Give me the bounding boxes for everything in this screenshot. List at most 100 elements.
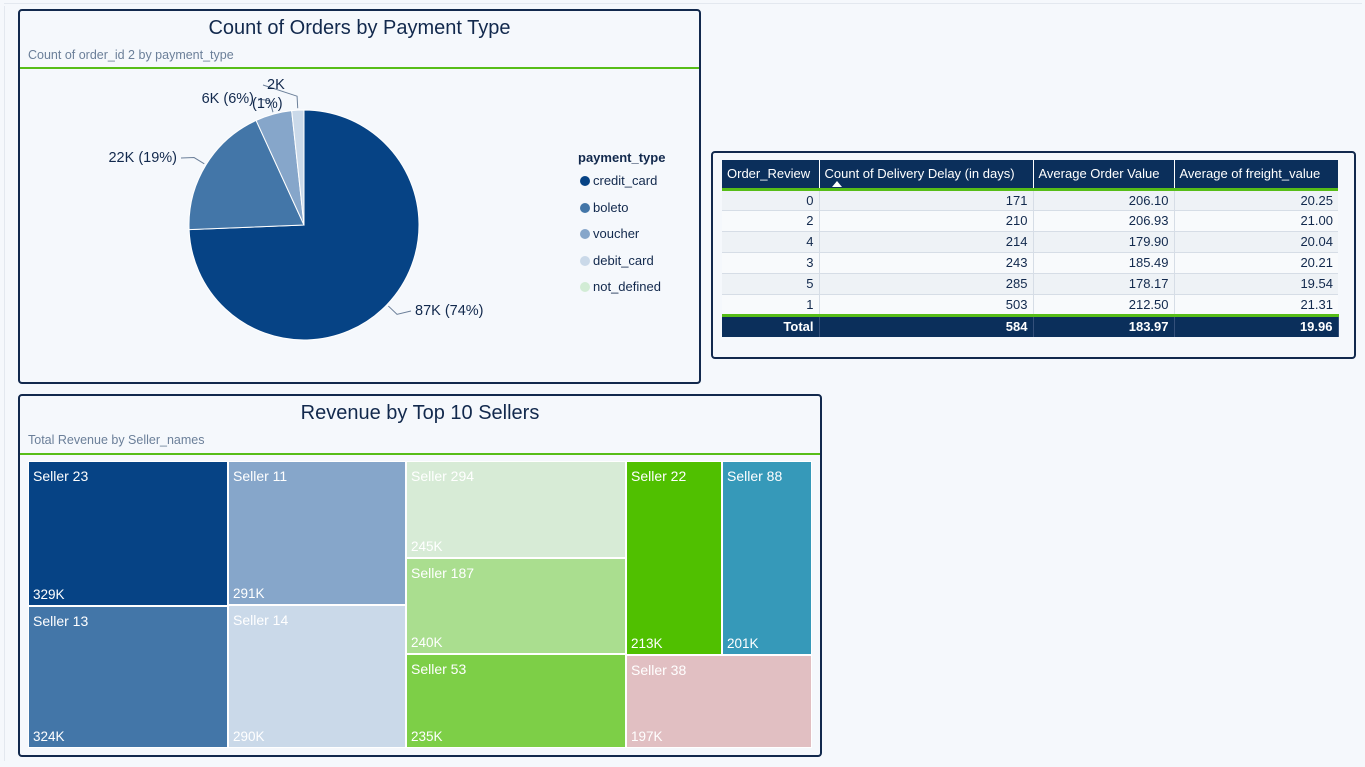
legend-label: boleto <box>593 199 629 215</box>
order-review-table-card[interactable]: Order_Review Count of Delivery Delay (in … <box>711 151 1356 359</box>
order-review-table: Order_Review Count of Delivery Delay (in … <box>722 160 1339 337</box>
legend-item-boleto[interactable]: boleto <box>580 200 628 215</box>
treemap-tile-name: Seller 11 <box>233 468 288 484</box>
table-cell: 206.10 <box>1033 189 1175 211</box>
table-cell: 285 <box>819 273 1034 295</box>
treemap-tile-value: 245K <box>411 539 443 554</box>
treemap-tile-seller-22[interactable]: Seller 22 213K <box>626 461 722 655</box>
report-page: Count of Orders by Payment Type Count of… <box>0 0 1365 767</box>
legend-item-voucher[interactable]: voucher <box>580 226 639 241</box>
treemap-title-rule <box>20 453 820 455</box>
table-cell: 171 <box>819 189 1034 211</box>
treemap-tile-seller-187[interactable]: Seller 187 240K <box>406 558 626 654</box>
treemap-tile-value: 290K <box>233 729 265 744</box>
legend-marker-icon <box>580 282 590 292</box>
top-sellers-treemap-card[interactable]: Revenue by Top 10 Sellers Total Revenue … <box>18 394 822 757</box>
payment-type-pie-card[interactable]: Count of Orders by Payment Type Count of… <box>18 9 701 384</box>
table-cell: 212.50 <box>1033 294 1175 316</box>
treemap-tile-name: Seller 14 <box>233 612 289 628</box>
treemap-tile-name: Seller 38 <box>631 662 687 678</box>
legend-marker-icon <box>580 229 590 239</box>
sort-ascending-icon[interactable] <box>832 181 842 187</box>
treemap-tile-value: 197K <box>631 729 663 744</box>
table-cell: 20.25 <box>1174 189 1338 211</box>
pie-leader-line-credit_card <box>388 305 412 315</box>
legend-label: not_defined <box>593 279 661 294</box>
treemap-tile-name: Seller 53 <box>411 661 467 677</box>
table-row[interactable]: 4 214 179.90 20.04 <box>722 231 1338 253</box>
table-cell: 206.93 <box>1033 210 1175 232</box>
legend-item-debit_card[interactable]: debit_card <box>580 253 654 268</box>
table-row[interactable]: 5 285 178.17 19.54 <box>722 273 1338 295</box>
legend-marker-icon <box>580 202 590 213</box>
table-row[interactable]: 3 243 185.49 20.21 <box>722 252 1338 274</box>
total-cell: 584 <box>819 313 1034 337</box>
table-cell: 179.90 <box>1033 231 1175 253</box>
treemap-tile-seller-88[interactable]: Seller 88 201K <box>722 461 812 655</box>
page-left-rule <box>4 6 5 761</box>
treemap-tile-seller-53[interactable]: Seller 53 235K <box>406 654 626 748</box>
table-row[interactable]: 2 210 206.93 21.00 <box>722 210 1338 232</box>
pie-leader-line-boleto <box>180 157 205 165</box>
table-cell: 20.21 <box>1174 252 1338 274</box>
table-cell: 214 <box>819 231 1034 253</box>
treemap-title: Revenue by Top 10 Sellers <box>300 402 540 424</box>
pie-data-label-boleto: 22K (19%) <box>108 150 177 166</box>
treemap-tile-value: 240K <box>411 635 443 650</box>
treemap-tile-seller-294[interactable]: Seller 294 245K <box>406 461 626 558</box>
table-cell: 2 <box>722 210 820 232</box>
column-header[interactable]: Average Order Value <box>1033 160 1175 191</box>
column-header[interactable]: Order_Review <box>722 160 820 191</box>
table-row[interactable]: 0 171 206.10 20.25 <box>722 189 1338 211</box>
treemap-tile-seller-23[interactable]: Seller 23 329K <box>28 461 228 606</box>
treemap-tile-seller-11[interactable]: Seller 11 291K <box>228 461 406 605</box>
legend-item-not_defined[interactable]: not_defined <box>580 279 661 294</box>
column-header[interactable]: Average of freight_value <box>1174 160 1338 191</box>
table-cell: 503 <box>819 294 1034 316</box>
table-cell: 1 <box>722 294 820 316</box>
legend-item-credit_card[interactable]: credit_card <box>580 173 657 188</box>
table-cell: 20.04 <box>1174 231 1338 253</box>
pie-data-label-debit_card: 2K (1%) <box>252 77 285 112</box>
legend-marker-icon <box>580 255 590 266</box>
table-cell: 185.49 <box>1033 252 1175 274</box>
table-cell: 5 <box>722 273 820 295</box>
table-total-row: Total 584 183.97 19.96 <box>722 313 1339 337</box>
treemap-tile-seller-13[interactable]: Seller 13 324K <box>28 606 228 748</box>
table-row[interactable]: 1 503 212.50 21.31 <box>722 294 1338 316</box>
pie-data-label-voucher: 6K (6%) <box>202 91 254 107</box>
table-header-row: Order_Review Count of Delivery Delay (in … <box>722 160 1338 191</box>
table-cell: 178.17 <box>1033 273 1175 295</box>
total-cell: 19.96 <box>1174 313 1339 337</box>
column-header[interactable]: Count of Delivery Delay (in days) <box>819 160 1034 191</box>
legend-label: voucher <box>593 226 640 241</box>
treemap-tile-name: Seller 22 <box>631 468 687 484</box>
treemap-tile-name: Seller 187 <box>411 565 475 581</box>
total-cell: Total <box>722 313 820 337</box>
table-cell: 210 <box>819 210 1034 232</box>
table-cell: 0 <box>722 189 820 211</box>
treemap-tile-value: 324K <box>33 729 65 744</box>
pie-chart: 87K (74%) 22K (19%) 6K (6%)2K (1%) <box>108 77 484 341</box>
legend-marker-icon <box>580 176 590 186</box>
treemap-tile-seller-14[interactable]: Seller 14 290K <box>228 605 406 748</box>
pie-data-label-credit_card: 87K (74%) <box>415 303 484 319</box>
table-cell: 4 <box>722 231 820 253</box>
table-cell: 19.54 <box>1174 273 1338 295</box>
treemap-tile-name: Seller 23 <box>33 468 89 484</box>
treemap-tile-value: 235K <box>411 729 443 744</box>
treemap-tile-value: 213K <box>631 636 663 651</box>
legend-label: debit_card <box>593 252 654 268</box>
page-top-rule <box>4 3 1362 4</box>
treemap-tile-value: 291K <box>233 586 265 601</box>
treemap-tile-name: Seller 13 <box>33 613 89 629</box>
treemap-tile-value: 329K <box>33 587 65 602</box>
table-cell: 3 <box>722 252 820 274</box>
treemap-tile-seller-38[interactable]: Seller 38 197K <box>626 655 812 748</box>
table-cell: 21.00 <box>1174 210 1338 232</box>
treemap-tile-name: Seller 88 <box>727 468 783 484</box>
treemap-subtitle: Total Revenue by Seller_names <box>28 433 205 447</box>
treemap-tile-value: 201K <box>727 636 759 651</box>
total-cell: 183.97 <box>1033 313 1175 337</box>
legend-label: credit_card <box>593 173 658 188</box>
